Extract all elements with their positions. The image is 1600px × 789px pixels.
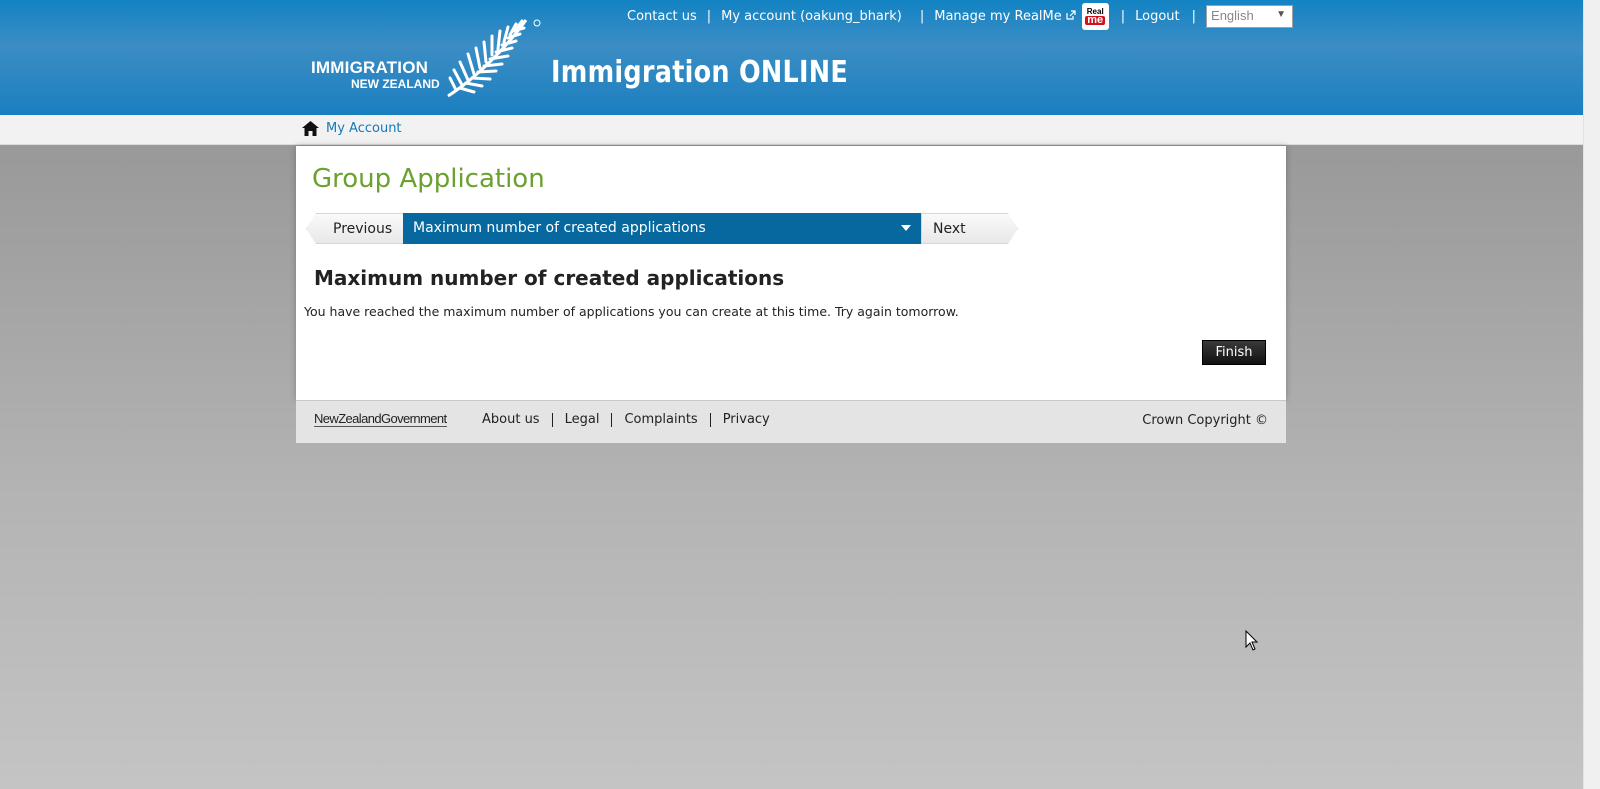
- immigration-nz-logo[interactable]: IMMIGRATION NEW ZEALAND: [311, 18, 551, 98]
- site-header: Contact us | My account (oakung_bhark) |…: [0, 0, 1583, 115]
- logo-line1: IMMIGRATION: [311, 58, 429, 77]
- footer-link-complaints[interactable]: Complaints: [611, 413, 709, 427]
- step-select-value: Maximum number of created applications: [413, 220, 706, 236]
- top-links: Contact us | My account (oakung_bhark) |…: [627, 2, 1294, 30]
- footer-link-privacy[interactable]: Privacy: [709, 413, 782, 427]
- logo-line2: NEW ZEALAND: [351, 77, 440, 91]
- previous-button[interactable]: Previous: [306, 213, 404, 244]
- page-title: Group Application: [312, 164, 545, 194]
- step-select[interactable]: Maximum number of created applications: [403, 213, 921, 244]
- vertical-scrollbar[interactable]: [1583, 0, 1600, 789]
- realme-logo[interactable]: Real me: [1081, 2, 1109, 30]
- separator: |: [706, 8, 712, 24]
- caret-down-icon: [901, 225, 911, 231]
- caret-down-icon: ▼: [1276, 8, 1287, 20]
- separator: |: [1191, 8, 1197, 24]
- separator: |: [1120, 8, 1126, 24]
- separator: |: [919, 8, 925, 24]
- breadcrumb[interactable]: My Account: [302, 121, 402, 136]
- step-navigation: Previous Maximum number of created appli…: [306, 213, 1018, 244]
- external-link-icon: [1066, 9, 1076, 20]
- fern-icon: [447, 19, 541, 98]
- section-title: Maximum number of created applications: [314, 266, 785, 290]
- page: Contact us | My account (oakung_bhark) |…: [0, 0, 1583, 789]
- manage-realme-link[interactable]: Manage my RealMe: [934, 9, 1076, 24]
- realme-logo-bottom: me: [1085, 14, 1106, 26]
- info-message: You have reached the maximum number of a…: [304, 304, 959, 319]
- nz-government-logo[interactable]: NewZealandGovernment: [314, 412, 447, 427]
- breadcrumb-bar: My Account: [0, 115, 1583, 145]
- copyright: Crown Copyright ©: [1142, 413, 1268, 428]
- logout-link[interactable]: Logout: [1135, 9, 1180, 24]
- home-icon: [302, 121, 319, 136]
- content-card: Group Application Previous Maximum numbe…: [296, 146, 1286, 400]
- finish-button[interactable]: Finish: [1202, 340, 1266, 365]
- footer-link-about-us[interactable]: About us: [482, 413, 552, 427]
- site-title: Immigration ONLINE: [551, 55, 848, 90]
- footer-links: About us Legal Complaints Privacy: [482, 413, 782, 427]
- site-footer: NewZealandGovernment About us Legal Comp…: [296, 400, 1286, 443]
- manage-realme-label: Manage my RealMe: [934, 8, 1062, 24]
- breadcrumb-my-account[interactable]: My Account: [326, 121, 402, 136]
- language-select[interactable]: English ▼: [1206, 4, 1294, 28]
- contact-us-link[interactable]: Contact us: [627, 9, 697, 24]
- language-value: English: [1211, 7, 1254, 23]
- my-account-link[interactable]: My account (oakung_bhark): [721, 9, 902, 24]
- footer-link-legal[interactable]: Legal: [551, 413, 612, 427]
- mouse-cursor-icon: [1245, 630, 1259, 651]
- next-button[interactable]: Next: [921, 213, 1018, 244]
